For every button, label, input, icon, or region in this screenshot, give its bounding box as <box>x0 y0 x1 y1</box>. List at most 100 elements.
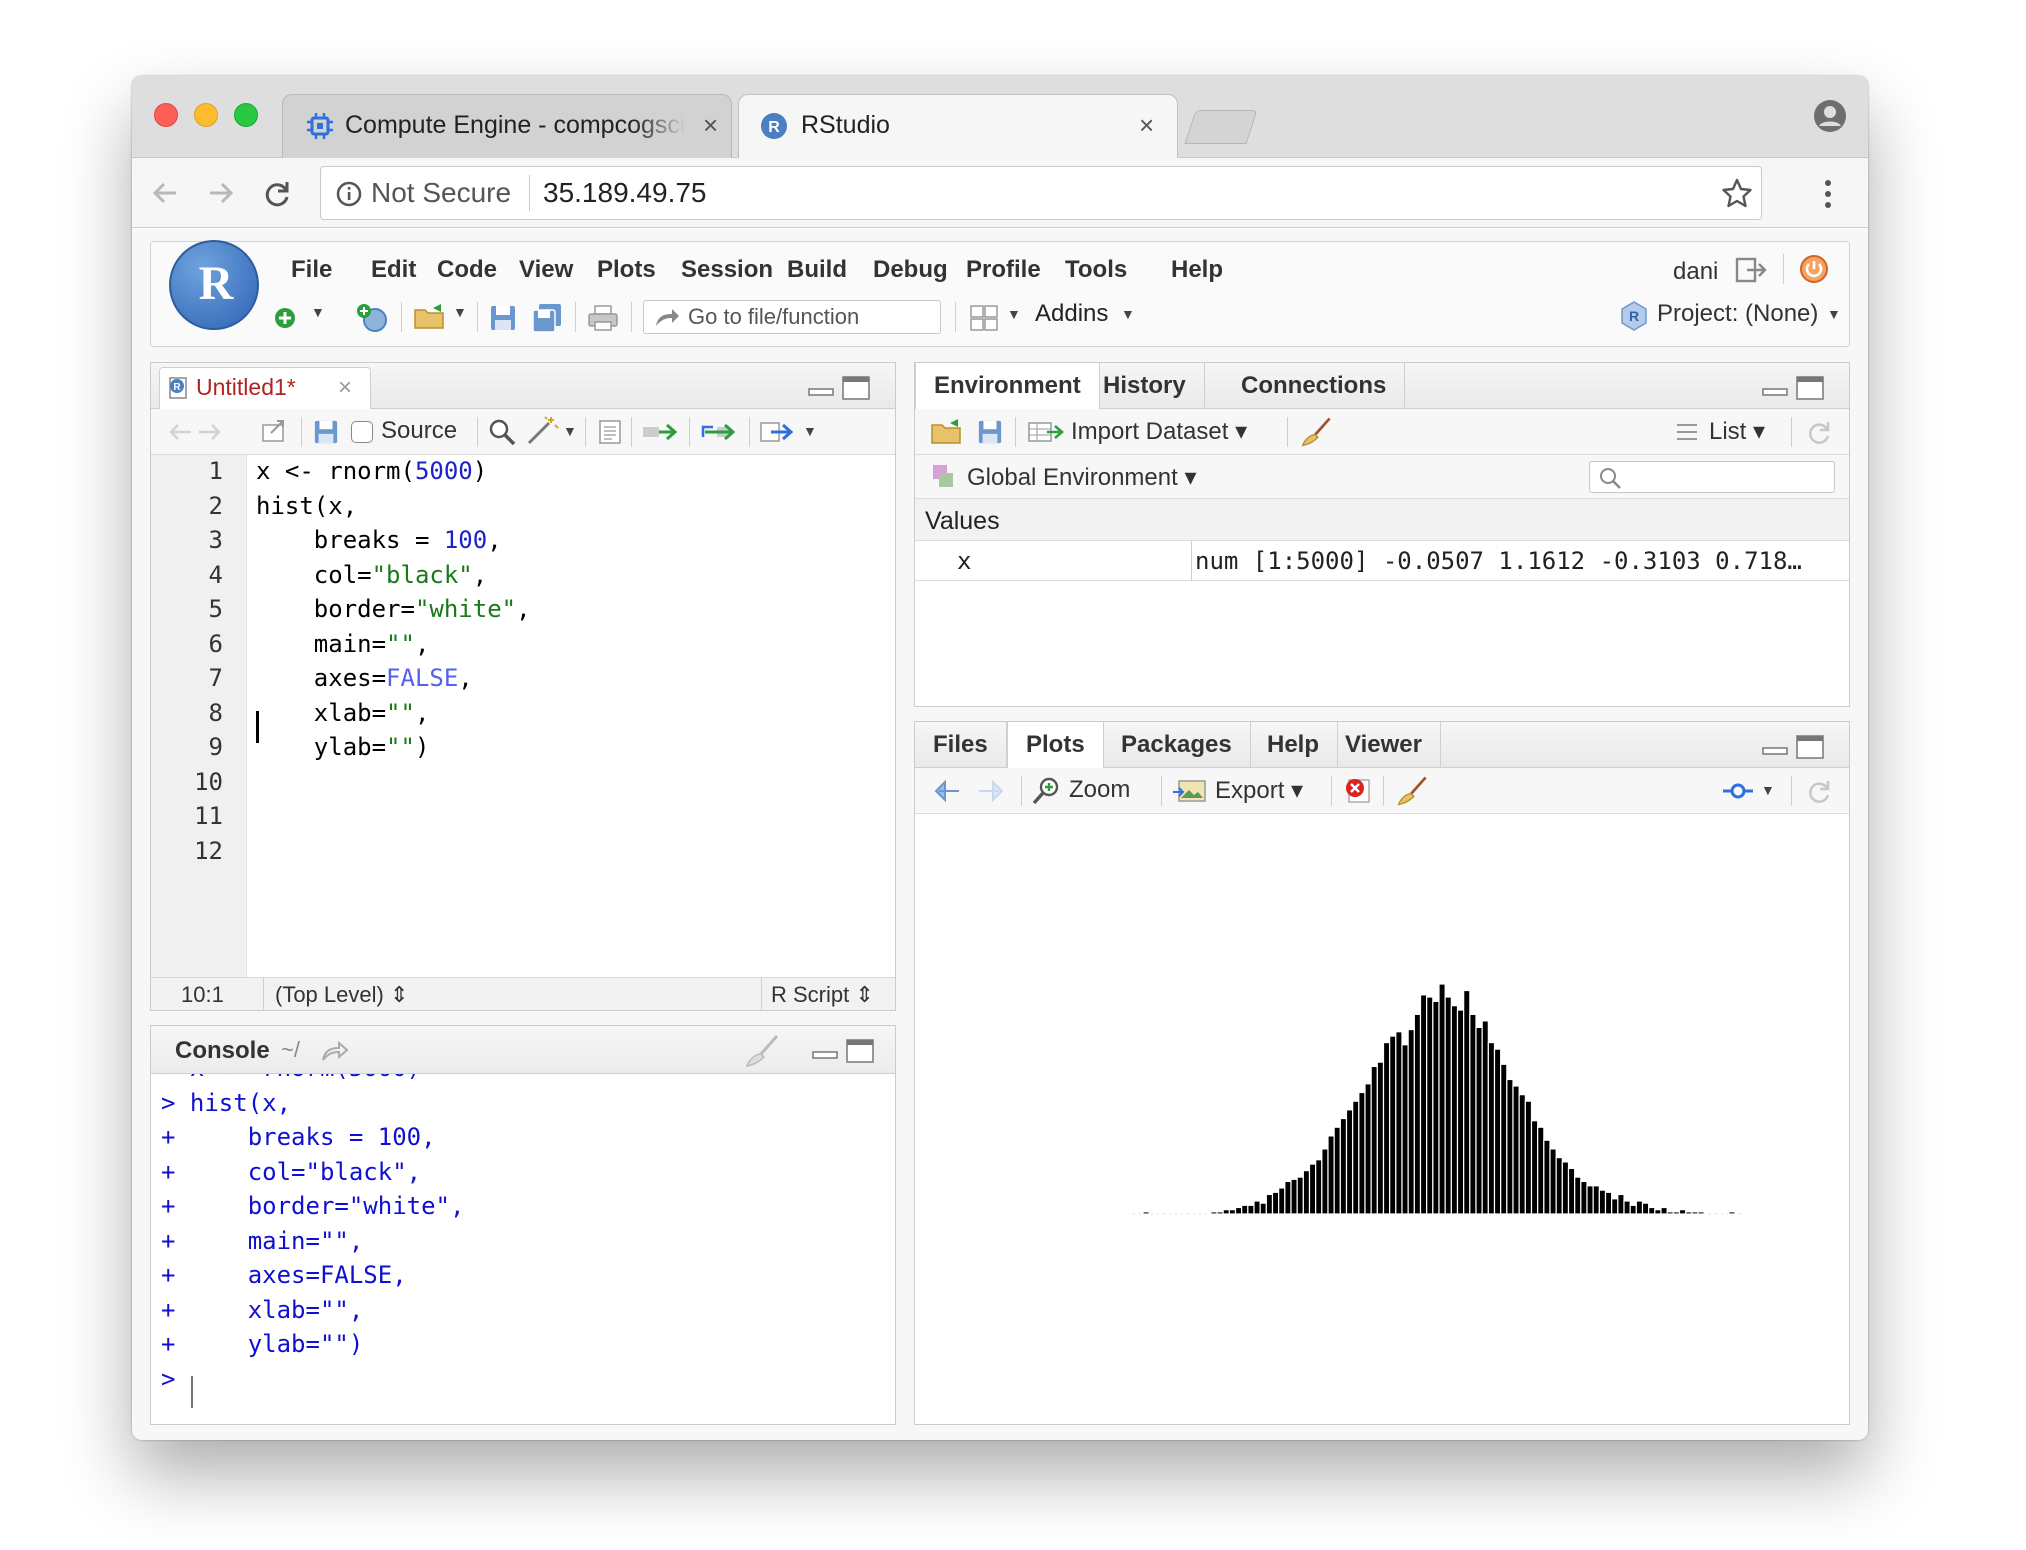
close-tab-icon[interactable]: × <box>1139 95 1154 155</box>
file-type-selector[interactable]: R Script ⇕ <box>771 982 874 1008</box>
maximize-pane-icon[interactable] <box>841 375 871 401</box>
export-menu[interactable]: Export ▾ <box>1215 776 1303 805</box>
load-workspace-icon[interactable] <box>929 417 967 447</box>
chevron-down-icon[interactable]: ▼ <box>311 304 325 320</box>
menu-view[interactable]: View <box>519 256 573 284</box>
refresh-icon[interactable] <box>1805 778 1833 806</box>
browser-tab-compute-engine[interactable]: Compute Engine - compcogsci × <box>282 94 732 158</box>
forward-arrow-icon[interactable] <box>206 178 236 208</box>
maximize-pane-icon[interactable] <box>1795 375 1825 401</box>
tab-packages[interactable]: Packages <box>1103 722 1251 768</box>
minimize-pane-icon[interactable] <box>811 1038 839 1062</box>
menu-file[interactable]: File <box>291 256 332 284</box>
sign-out-icon[interactable] <box>1735 256 1767 284</box>
code-line[interactable]: main="", <box>256 630 430 658</box>
browser-tab-rstudio[interactable]: R RStudio × <box>738 94 1178 158</box>
import-dataset-menu[interactable]: Import Dataset ▾ <box>1071 417 1247 446</box>
code-line[interactable]: xlab="", <box>256 699 430 727</box>
clear-workspace-broom-icon[interactable] <box>1299 415 1335 449</box>
reload-icon[interactable] <box>262 178 292 208</box>
show-in-window-icon[interactable] <box>259 419 289 445</box>
tab-help[interactable]: Help <box>1249 722 1339 768</box>
new-project-icon[interactable] <box>355 302 391 334</box>
menu-plots[interactable]: Plots <box>597 256 656 284</box>
tab-connections[interactable]: Connections <box>1223 363 1406 409</box>
environment-row[interactable]: x num [1:5000] -0.0507 1.1612 -0.3103 0.… <box>915 541 1849 581</box>
list-view-icon[interactable] <box>1675 421 1699 443</box>
save-all-icon[interactable] <box>531 302 563 334</box>
url-text[interactable]: 35.189.49.75 <box>543 177 707 209</box>
code-tools-wand-icon[interactable] <box>525 415 561 447</box>
goto-file-function-input[interactable]: Go to file/function <box>643 300 941 334</box>
code-line[interactable]: axes=FALSE, <box>256 664 473 692</box>
tab-viewer[interactable]: Viewer <box>1327 722 1441 768</box>
console-title[interactable]: Console <box>175 1037 270 1065</box>
info-icon[interactable] <box>335 180 363 208</box>
tab-files[interactable]: Files <box>915 722 1007 768</box>
editor-tab-untitled1[interactable]: R Untitled1* × <box>159 367 371 409</box>
rerun-icon[interactable] <box>699 419 739 445</box>
export-image-icon[interactable] <box>1173 778 1207 804</box>
bookmark-star-icon[interactable] <box>1721 177 1753 209</box>
zoom-button[interactable]: Zoom <box>1069 776 1130 804</box>
tab-environment[interactable]: Environment <box>915 363 1100 409</box>
zoom-icon[interactable] <box>1031 776 1061 806</box>
go-to-directory-icon[interactable] <box>321 1038 349 1062</box>
import-dataset-icon[interactable] <box>1027 419 1067 445</box>
new-tab-button[interactable] <box>1184 110 1258 144</box>
minimize-pane-icon[interactable] <box>1761 375 1789 399</box>
clear-console-broom-icon[interactable] <box>743 1034 783 1068</box>
addins-menu[interactable]: Addins <box>1035 300 1108 328</box>
code-line[interactable]: x <- rnorm(5000) <box>256 457 487 485</box>
save-icon[interactable] <box>489 304 517 332</box>
console-output[interactable]: > x <- rnorm(5000) > hist(x, + breaks = 10… <box>151 1074 895 1424</box>
project-menu[interactable]: Project: (None) <box>1657 300 1818 328</box>
back-arrow-icon[interactable] <box>150 178 180 208</box>
menu-debug[interactable]: Debug <box>873 256 948 284</box>
run-line-icon[interactable] <box>641 419 681 445</box>
print-icon[interactable] <box>587 304 619 332</box>
scope-selector[interactable]: (Top Level) ⇕ <box>275 982 408 1008</box>
source-script-icon[interactable] <box>759 419 799 445</box>
tab-plots[interactable]: Plots <box>1007 722 1104 768</box>
chrome-menu-icon[interactable] <box>1822 178 1834 210</box>
editor-nav-arrows-icon[interactable] <box>165 419 225 445</box>
close-tab-icon[interactable]: × <box>338 374 352 402</box>
menu-session[interactable]: Session <box>681 256 773 284</box>
menu-help[interactable]: Help <box>1171 256 1223 284</box>
minimize-pane-icon[interactable] <box>1761 734 1789 758</box>
workspace-panes-icon[interactable] <box>969 304 999 332</box>
chevron-down-icon[interactable]: ▼ <box>1827 306 1841 322</box>
open-folder-icon[interactable] <box>413 302 449 332</box>
menu-tools[interactable]: Tools <box>1065 256 1127 284</box>
remove-plot-icon[interactable] <box>1343 776 1373 806</box>
code-line[interactable]: breaks = 100, <box>256 526 502 554</box>
save-workspace-icon[interactable] <box>977 419 1003 445</box>
tab-history[interactable]: History <box>1085 363 1205 409</box>
save-icon[interactable] <box>313 419 339 445</box>
publish-icon[interactable] <box>1721 778 1755 804</box>
close-window-button[interactable] <box>154 103 178 127</box>
new-file-icon[interactable] <box>271 304 299 332</box>
maximize-window-button[interactable] <box>234 103 258 127</box>
code-line[interactable]: ylab="") <box>256 733 430 761</box>
menu-build[interactable]: Build <box>787 256 847 284</box>
environment-search-input[interactable] <box>1589 461 1835 493</box>
power-icon[interactable] <box>1799 254 1829 284</box>
compile-report-icon[interactable] <box>597 419 623 445</box>
code-editor[interactable]: x <- rnorm(5000) hist(x, breaks = 100, co… <box>151 455 895 977</box>
search-icon[interactable] <box>487 417 517 447</box>
chevron-down-icon[interactable]: ▼ <box>1761 782 1775 798</box>
chevron-down-icon[interactable]: ▼ <box>453 304 467 320</box>
chevron-down-icon[interactable]: ▼ <box>563 423 577 439</box>
menu-profile[interactable]: Profile <box>966 256 1041 284</box>
menu-edit[interactable]: Edit <box>371 256 416 284</box>
next-plot-icon[interactable] <box>977 778 1009 804</box>
chevron-down-icon[interactable]: ▼ <box>803 423 817 439</box>
previous-plot-icon[interactable] <box>929 778 961 804</box>
refresh-icon[interactable] <box>1805 419 1833 447</box>
minimize-window-button[interactable] <box>194 103 218 127</box>
menu-code[interactable]: Code <box>437 256 497 284</box>
environment-scope-menu[interactable]: Global Environment ▾ <box>967 463 1197 492</box>
code-line[interactable]: col="black", <box>256 561 487 589</box>
